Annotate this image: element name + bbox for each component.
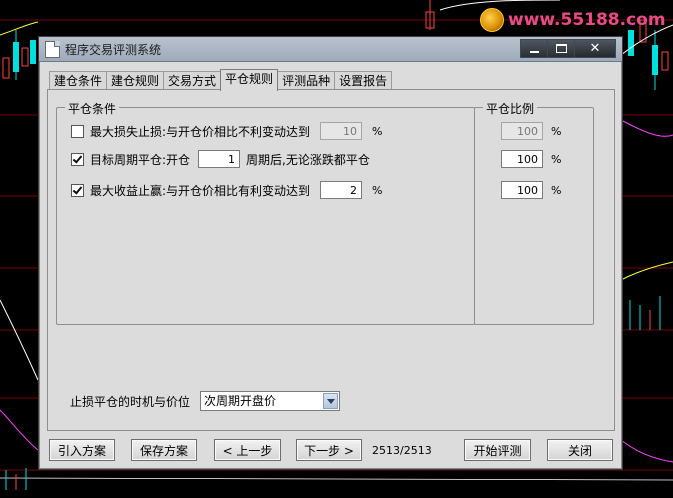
title-bar[interactable]: 程序交易评测系统 ✕ [39, 37, 622, 62]
minimize-button[interactable] [520, 39, 548, 58]
close-window-button[interactable]: ✕ [574, 39, 616, 58]
next-step-button[interactable]: 下一步 > [296, 439, 362, 461]
import-plan-button[interactable]: 引入方案 [49, 439, 115, 461]
ratio-row-1: 100 % [501, 122, 561, 140]
tab-instruments[interactable]: 评测品种 [277, 71, 336, 90]
take-profit-unit: % [372, 183, 383, 197]
close-ratio-title: 平仓比例 [483, 100, 538, 117]
evaluation-dialog: 程序交易评测系统 ✕ 建仓条件 建仓规则 交易方式 平仓规则 评测品种 设置报告… [38, 36, 623, 470]
close-button[interactable]: 关闭 [547, 439, 613, 461]
watermark-text: www.55188.com [508, 10, 666, 30]
take-profit-input[interactable]: 2 [320, 181, 363, 199]
timing-label: 止损平仓的时机与价位 [70, 395, 191, 409]
footer-buttons: 引入方案 保存方案 < 上一步 下一步 > 2513/2513 开始评测 关闭 [39, 437, 622, 467]
window-title: 程序交易评测系统 [65, 43, 162, 57]
stop-loss-checkbox[interactable] [71, 124, 84, 138]
ratio-unit-3: % [551, 183, 562, 197]
ratio-unit-1: % [551, 124, 562, 138]
tab-strip: 建仓条件 建仓规则 交易方式 平仓规则 评测品种 设置报告 [49, 69, 393, 91]
target-period-label-after: 周期后,无论涨跌都平仓 [246, 152, 370, 167]
save-plan-button[interactable]: 保存方案 [131, 439, 197, 461]
chevron-down-icon[interactable] [323, 393, 338, 409]
target-period-row: 目标周期平仓:开仓 1 周期后,无论涨跌都平仓 [71, 150, 370, 168]
maximize-icon [555, 44, 567, 53]
previous-step-button[interactable]: < 上一步 [214, 439, 281, 461]
ratio-unit-2: % [551, 152, 562, 166]
document-icon [45, 41, 60, 58]
timing-selected-value: 次周期开盘价 [204, 394, 277, 408]
ratio-row-3: 100 % [501, 181, 561, 199]
tab-open-conditions[interactable]: 建仓条件 [49, 71, 108, 90]
maximize-button[interactable] [547, 39, 575, 58]
site-watermark: www.55188.com [480, 8, 666, 32]
target-period-input[interactable]: 1 [198, 150, 241, 168]
close-conditions-group: 平仓条件 最大损失止损:与开仓价相比不利变动达到 10 % 目标周期平仓:开仓 … [56, 100, 475, 325]
stop-loss-label: 最大损失止损:与开仓价相比不利变动达到 [90, 124, 311, 139]
ratio-input-3[interactable]: 100 [501, 181, 543, 199]
ratio-row-2: 100 % [501, 150, 561, 168]
take-profit-label: 最大收益止赢:与开仓价相比有利变动达到 [90, 183, 311, 198]
timing-select[interactable]: 次周期开盘价 [200, 391, 340, 411]
window-controls: ✕ [520, 39, 616, 58]
ratio-input-2[interactable]: 100 [501, 150, 543, 168]
tab-open-rules[interactable]: 建仓规则 [106, 71, 165, 90]
take-profit-checkbox[interactable] [71, 183, 84, 197]
site-logo-icon [480, 8, 504, 32]
minimize-icon [529, 50, 539, 53]
target-period-label-before: 目标周期平仓:开仓 [90, 152, 191, 167]
close-rules-panel: 平仓条件 最大损失止损:与开仓价相比不利变动达到 10 % 目标周期平仓:开仓 … [47, 89, 615, 431]
take-profit-row: 最大收益止赢:与开仓价相比有利变动达到 2 % [71, 181, 383, 199]
ratio-input-1[interactable]: 100 [501, 122, 543, 140]
stop-loss-row: 最大损失止损:与开仓价相比不利变动达到 10 % [71, 122, 383, 140]
target-period-checkbox[interactable] [71, 152, 84, 166]
close-ratio-group: 平仓比例 100 % 100 % 100 % [474, 100, 594, 325]
start-evaluation-button[interactable]: 开始评测 [464, 439, 531, 461]
tab-trade-mode[interactable]: 交易方式 [163, 71, 222, 90]
tab-close-rules[interactable]: 平仓规则 [220, 69, 279, 91]
stop-loss-input[interactable]: 10 [320, 122, 363, 140]
close-icon: ✕ [589, 41, 601, 56]
tab-report-settings[interactable]: 设置报告 [334, 71, 393, 90]
stop-loss-unit: % [372, 124, 383, 138]
close-conditions-title: 平仓条件 [65, 100, 120, 117]
record-counter: 2513/2513 [372, 444, 432, 457]
